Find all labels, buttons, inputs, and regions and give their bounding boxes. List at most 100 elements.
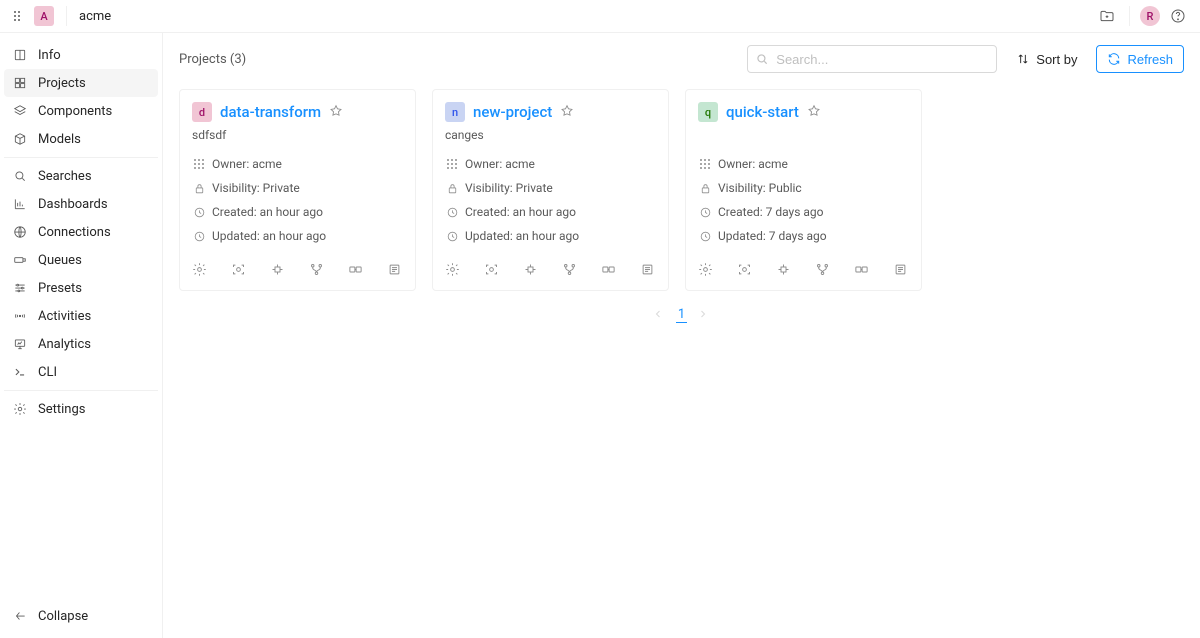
chart-icon [12,196,28,212]
sidebar-item-label: Activities [38,309,91,324]
sidebar-item-label: Settings [38,402,85,417]
sort-icon [1016,52,1030,66]
sidebar-item-models[interactable]: Models [4,125,158,153]
next-page-icon[interactable] [697,308,711,322]
sidebar-item-label: Searches [38,169,92,184]
header-left: A acme [10,6,111,26]
sort-button[interactable]: Sort by [1005,45,1088,73]
box-icon[interactable] [270,262,286,278]
toolbar: Sort by Refresh [747,45,1184,73]
list-icon[interactable] [387,262,403,278]
sidebar-item-label: Info [38,48,61,63]
link-icon[interactable] [601,262,617,278]
list-icon[interactable] [640,262,656,278]
card-footer [698,260,909,278]
presentation-icon [12,336,28,352]
card-title-row: d data-transform [192,102,403,122]
grip-icon[interactable] [10,8,26,24]
org-name[interactable]: acme [79,9,111,24]
scan-icon[interactable] [231,262,247,278]
prev-page-icon[interactable] [652,308,666,322]
user-avatar[interactable]: R [1140,6,1160,26]
link-icon[interactable] [348,262,364,278]
project-name-link[interactable]: quick-start [726,103,799,121]
layers-icon [12,103,28,119]
clock-icon [445,229,459,243]
fork-icon[interactable] [309,262,325,278]
project-description: canges [445,128,656,144]
sidebar-item-cli[interactable]: CLI [4,358,158,386]
sidebar-item-searches[interactable]: Searches [4,162,158,190]
star-icon[interactable] [807,104,823,120]
scan-icon[interactable] [484,262,500,278]
gear-icon[interactable] [698,262,714,278]
sidebar-collapse[interactable]: Collapse [4,602,158,630]
sidebar-item-label: Dashboards [38,197,108,212]
folder-add-icon[interactable] [1095,4,1119,28]
page-number[interactable]: 1 [676,307,687,323]
star-icon[interactable] [560,104,576,120]
sidebar-item-projects[interactable]: Projects [4,69,158,97]
box-icon[interactable] [776,262,792,278]
sidebar-item-components[interactable]: Components [4,97,158,125]
gear-icon[interactable] [192,262,208,278]
gear-icon [12,401,28,417]
project-card: qquick-startOwner: acmeVisibility: Publi… [685,89,922,291]
sidebar-item-connections[interactable]: Connections [4,218,158,246]
visibility-row: Visibility: Private [445,178,656,198]
list-icon[interactable] [893,262,909,278]
fork-icon[interactable] [815,262,831,278]
sidebar-item-queues[interactable]: Queues [4,246,158,274]
owner-row: Owner: acme [192,154,403,174]
org-avatar[interactable]: A [34,6,54,26]
scan-icon[interactable] [737,262,753,278]
sidebar-item-analytics[interactable]: Analytics [4,330,158,358]
box-icon[interactable] [523,262,539,278]
search-wrap [747,45,997,73]
lock-icon [698,181,712,195]
dots-icon [445,157,459,171]
terminal-icon [12,364,28,380]
updated-row: Updated: an hour ago [445,226,656,246]
sidebar-item-label: Queues [38,253,82,268]
gear-icon[interactable] [445,262,461,278]
collapse-label: Collapse [38,609,88,624]
star-icon[interactable] [329,104,345,120]
card-title-row: nnew-project [445,102,656,122]
created-row: Created: 7 days ago [698,202,909,222]
project-cards: d data-transform sdfsdf Owner: acme Visibili… [179,89,1184,291]
visibility-row: Visibility: Public [698,178,909,198]
divider [1129,6,1130,26]
search-input[interactable] [747,45,997,73]
link-icon[interactable] [854,262,870,278]
project-description [698,128,909,144]
sidebar-item-dashboards[interactable]: Dashboards [4,190,158,218]
sidebar-item-label: Presets [38,281,82,296]
pagination: 1 [179,307,1184,323]
project-name-link[interactable]: new-project [473,103,552,121]
fork-icon[interactable] [562,262,578,278]
project-card: nnew-projectcangesOwner: acmeVisibility:… [432,89,669,291]
globe-icon [12,224,28,240]
divider [4,390,158,391]
project-avatar: d [192,102,212,122]
project-description: sdfsdf [192,128,403,144]
header-right: R [1095,4,1190,28]
refresh-icon [1107,52,1121,66]
grid-icon [12,75,28,91]
clock-icon [698,205,712,219]
sidebar-item-label: Models [38,132,81,147]
sidebar-item-activities[interactable]: Activities [4,302,158,330]
help-icon[interactable] [1166,4,1190,28]
refresh-button[interactable]: Refresh [1096,45,1184,73]
sidebar-item-settings[interactable]: Settings [4,395,158,423]
app-header: A acme R [0,0,1200,33]
card-title-row: qquick-start [698,102,909,122]
project-name-link[interactable]: data-transform [220,103,321,121]
sidebar-item-info[interactable]: Info [4,41,158,69]
clock-icon [192,205,206,219]
sidebar-item-presets[interactable]: Presets [4,274,158,302]
visibility-row: Visibility: Private [192,178,403,198]
cube-icon [12,131,28,147]
sidebar-item-label: CLI [38,365,57,380]
